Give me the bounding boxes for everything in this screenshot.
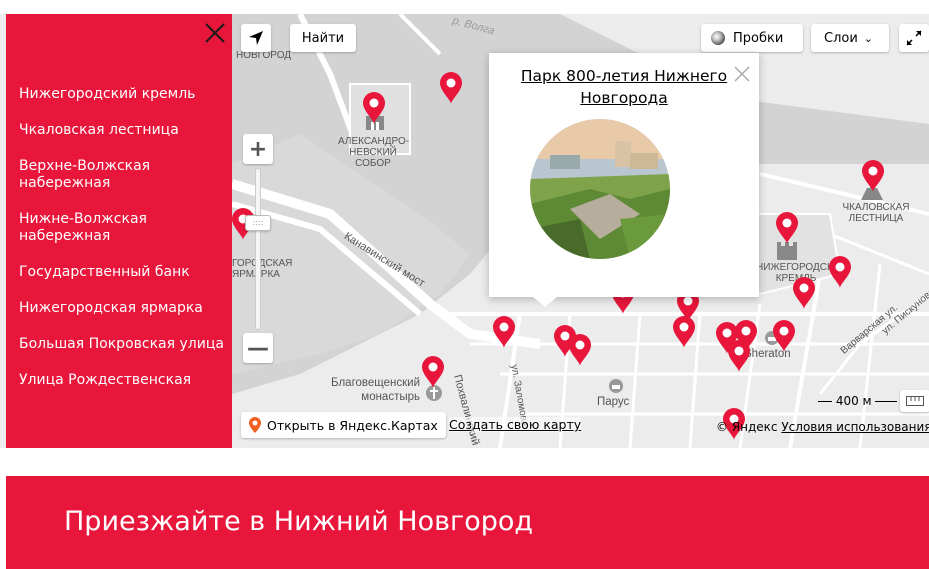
close-icon[interactable] (733, 65, 751, 83)
yarmarka-label: ГОРОДСКАЯЯРМАРКА (232, 258, 293, 280)
place-item[interactable]: Государственный банк (19, 264, 224, 281)
balloon-tail (533, 297, 557, 307)
place-item[interactable]: Улица Рождественская (19, 372, 224, 389)
zoom-in-button[interactable]: + (243, 134, 273, 164)
geolocation-button[interactable] (241, 24, 271, 52)
layers-button[interactable]: Слои ⌄ (811, 24, 889, 52)
plus-icon: + (248, 136, 268, 162)
ruler-button[interactable] (900, 390, 929, 412)
traffic-label: Пробки (733, 30, 784, 46)
copyright-label: © Яндекс (716, 420, 778, 434)
open-in-yandex-maps-button[interactable]: Открыть в Яндекс.Картах (241, 412, 446, 438)
place-item[interactable]: Большая Покровская улица (19, 336, 224, 353)
place-balloon: Парк 800-летия Нижнего Новгорода (489, 53, 759, 307)
stairs-icon (861, 178, 883, 200)
monastery-icon (426, 385, 442, 401)
monastery-label: Благовещенский монастырь (331, 377, 420, 403)
chkalov-label: ЧКАЛОВСКАЯ ЛЕСТНИЦА (842, 202, 910, 224)
cathedral-icon (366, 106, 384, 130)
traffic-button[interactable]: Пробки (701, 24, 803, 52)
create-map-link[interactable]: Создать свою карту (449, 417, 582, 432)
balloon-title-link[interactable]: Парк 800-летия Нижнего Новгорода (489, 65, 759, 109)
scale-line (875, 401, 898, 402)
place-item[interactable]: Верхне-Волжская набережная (19, 158, 224, 192)
places-sidebar: Нижегородский кремль Чкаловская лестница… (6, 14, 232, 448)
fullscreen-button[interactable] (899, 24, 929, 52)
scale-line (818, 401, 832, 402)
places-list: Нижегородский кремль Чкаловская лестница… (19, 86, 224, 408)
zoom-slider-thumb[interactable]: :::: (245, 215, 271, 231)
open-in-yandex-maps-label: Открыть в Яндекс.Картах (267, 417, 438, 433)
place-item[interactable]: Нижегородский кремль (19, 86, 224, 103)
hotel-icon (609, 379, 623, 393)
chevron-down-icon: ⌄ (863, 31, 874, 45)
traffic-icon (711, 31, 725, 45)
place-item[interactable]: Чкаловская лестница (19, 122, 224, 139)
place-item[interactable]: Нижегородская ярмарка (19, 300, 224, 317)
kreml-label: НИЖЕГОРОДСКИЙ КРЕМЛЬ (756, 262, 848, 284)
scale-label: 400 м (835, 394, 872, 408)
sobor-label: АЛЕКСАНДРО- НЕВСКИЙ СОБОР (338, 136, 410, 169)
kremlin-icon (777, 242, 797, 260)
terms-link[interactable]: Условия использования (781, 420, 929, 434)
close-icon[interactable] (202, 20, 228, 46)
find-button[interactable]: Найти (290, 24, 356, 52)
sheraton-label: Sheraton (744, 348, 791, 360)
footer-banner: Приезжайте в Нижний Новгород (6, 476, 929, 569)
parus-label: Парус (597, 396, 630, 408)
scale-bar: 400 м (818, 394, 898, 408)
page: р. Волга НОВГОРОД АЛЕКСАНДРО- НЕВСКИЙ СОБО… (0, 0, 929, 569)
navigation-arrow-icon (249, 31, 263, 45)
zoom-slider-track[interactable] (255, 168, 261, 330)
location-pin-icon (249, 417, 261, 433)
place-item[interactable]: Нижне-Волжская набережная (19, 211, 224, 245)
hotel-icon (765, 331, 779, 345)
layers-label: Слои (824, 30, 858, 46)
ruler-icon (906, 396, 924, 406)
minus-icon: — (247, 335, 269, 361)
place-photo (530, 119, 670, 259)
banner-title: Приезжайте в Нижний Новгород (64, 506, 534, 537)
expand-icon (906, 30, 922, 46)
zoom-out-button[interactable]: — (243, 333, 273, 363)
copyright: © Яндекс Условия использования (716, 420, 929, 434)
